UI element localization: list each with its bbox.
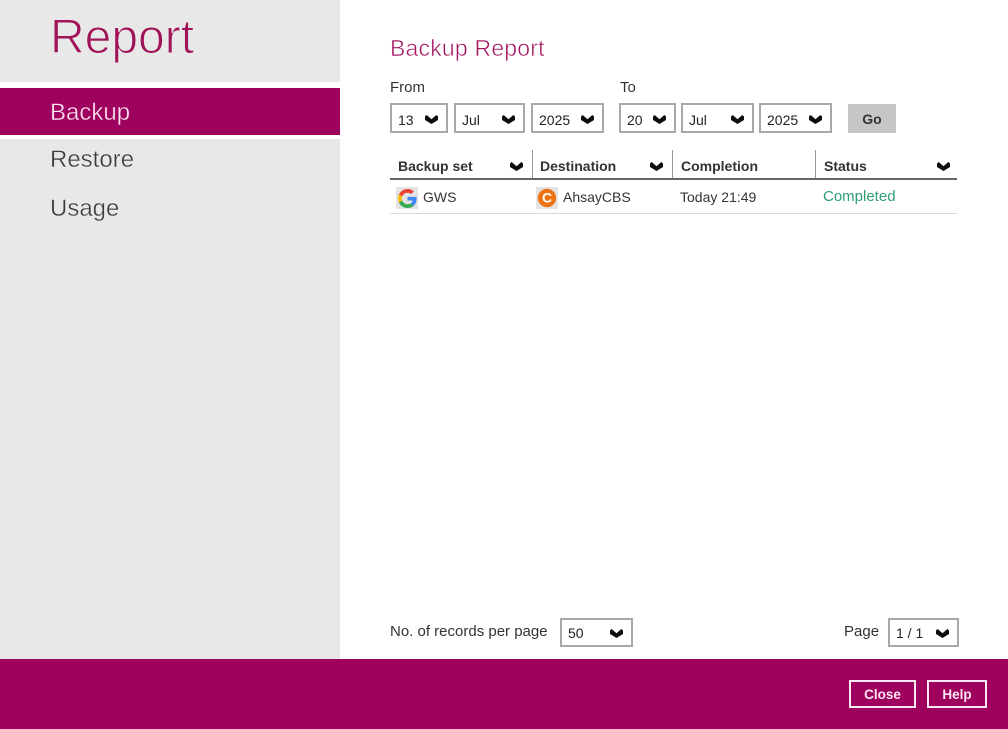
svg-text:C: C: [542, 190, 552, 206]
